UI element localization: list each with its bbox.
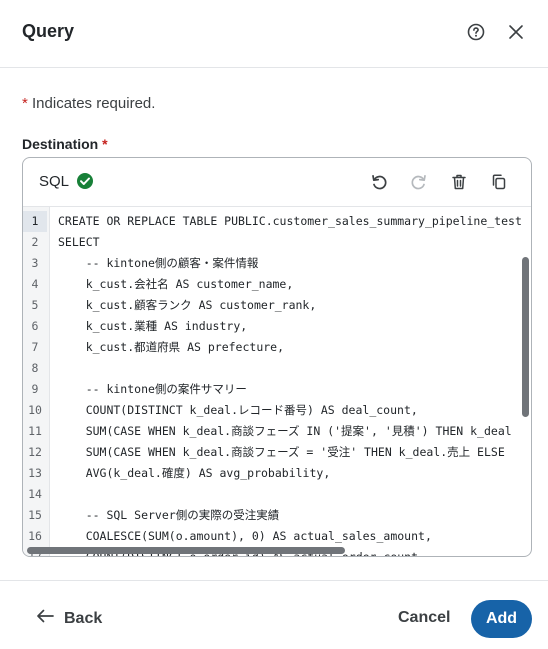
undo-icon[interactable]	[367, 170, 391, 194]
add-button[interactable]: Add	[471, 600, 532, 638]
line-number: 5	[31, 298, 39, 312]
code-text: -- kintone側の顧客・案件情報	[58, 256, 259, 270]
dialog-title: Query	[22, 21, 75, 41]
copy-icon[interactable]	[487, 170, 511, 194]
sql-editor[interactable]: SQL 1 CREATE OR REPLACE TABLE PUBLIC.cust…	[22, 157, 532, 557]
line-number: 10	[28, 403, 42, 417]
check-circle-icon	[76, 172, 94, 195]
line-number: 9	[31, 382, 39, 396]
code-text: k_cust.顧客ランク AS customer_rank,	[58, 298, 317, 312]
help-icon[interactable]	[464, 20, 488, 44]
code-line[interactable]: 12 SUM(CASE WHEN k_deal.商談フェーズ = '受注' TH…	[23, 442, 531, 463]
dialog-header: Query	[0, 0, 548, 68]
code-line[interactable]: 6 k_cust.業種 AS industry,	[23, 316, 531, 337]
code-line[interactable]: 11 SUM(CASE WHEN k_deal.商談フェーズ IN ('提案',…	[23, 421, 531, 442]
code-text: SUM(CASE WHEN k_deal.商談フェーズ = '受注' THEN …	[58, 445, 505, 459]
code-line[interactable]: 3 -- kintone側の顧客・案件情報	[23, 253, 531, 274]
code-text: SUM(CASE WHEN k_deal.商談フェーズ IN ('提案', '見…	[58, 424, 512, 438]
close-icon[interactable]	[504, 20, 528, 44]
line-number: 1	[23, 211, 47, 232]
line-number: 8	[31, 361, 39, 375]
line-number: 16	[28, 529, 42, 543]
code-line[interactable]: 8	[23, 358, 531, 379]
back-label: Back	[64, 609, 103, 627]
code-text: k_cust.会社名 AS customer_name,	[58, 277, 294, 291]
code-text: COALESCE(SUM(o.amount), 0) AS actual_sal…	[58, 529, 432, 543]
line-number: 6	[31, 319, 39, 333]
editor-toolbar: SQL	[23, 158, 531, 207]
line-number: 15	[28, 508, 42, 522]
destination-label: Destination *	[22, 136, 108, 152]
horizontal-scrollbar[interactable]	[27, 547, 345, 554]
code-text: COUNT(DISTINCT k_deal.レコード番号) AS deal_co…	[58, 403, 418, 417]
cancel-button[interactable]: Cancel	[398, 609, 450, 627]
code-text: AVG(k_deal.確度) AS avg_probability,	[58, 466, 331, 480]
destination-required-star: *	[98, 136, 108, 152]
code-text: -- SQL Server側の実際の受注実績	[58, 508, 280, 522]
arrow-left-icon	[36, 609, 54, 628]
code-line[interactable]: 1 CREATE OR REPLACE TABLE PUBLIC.customer…	[23, 211, 531, 232]
line-number: 12	[28, 445, 42, 459]
line-number: 4	[31, 277, 39, 291]
back-button[interactable]: Back	[36, 609, 102, 628]
code-text: CREATE OR REPLACE TABLE PUBLIC.customer_…	[58, 214, 522, 228]
code-area[interactable]: 1 CREATE OR REPLACE TABLE PUBLIC.customer…	[23, 207, 531, 556]
code-line[interactable]: 16 COALESCE(SUM(o.amount), 0) AS actual_…	[23, 526, 531, 547]
code-text: -- kintone側の案件サマリー	[58, 382, 247, 396]
code-text: k_cust.都道府県 AS prefecture,	[58, 340, 285, 354]
line-number: 13	[28, 466, 42, 480]
code-line[interactable]: 14	[23, 484, 531, 505]
vertical-scrollbar[interactable]	[522, 257, 529, 417]
code-line[interactable]: 7 k_cust.都道府県 AS prefecture,	[23, 337, 531, 358]
line-number: 3	[31, 256, 39, 270]
line-number: 7	[31, 340, 39, 354]
destination-label-text: Destination	[22, 136, 99, 152]
code-line[interactable]: 9 -- kintone側の案件サマリー	[23, 379, 531, 400]
redo-icon[interactable]	[407, 170, 431, 194]
code-line[interactable]: 5 k_cust.顧客ランク AS customer_rank,	[23, 295, 531, 316]
code-line[interactable]: 13 AVG(k_deal.確度) AS avg_probability,	[23, 463, 531, 484]
language-label: SQL	[39, 173, 70, 190]
line-number: 2	[31, 235, 39, 249]
code-text: k_cust.業種 AS industry,	[58, 319, 248, 333]
dialog-footer: Back Cancel Add	[0, 580, 548, 649]
line-number: 14	[28, 487, 42, 501]
required-note: * Indicates required.	[22, 95, 155, 112]
required-text: Indicates required.	[27, 95, 156, 112]
code-line[interactable]: 4 k_cust.会社名 AS customer_name,	[23, 274, 531, 295]
code-line[interactable]: 15 -- SQL Server側の実際の受注実績	[23, 505, 531, 526]
code-line[interactable]: 2 SELECT	[23, 232, 531, 253]
code-text: SELECT	[58, 235, 100, 249]
code-line[interactable]: 10 COUNT(DISTINCT k_deal.レコード番号) AS deal…	[23, 400, 531, 421]
line-number: 11	[28, 424, 42, 438]
trash-icon[interactable]	[447, 170, 471, 194]
